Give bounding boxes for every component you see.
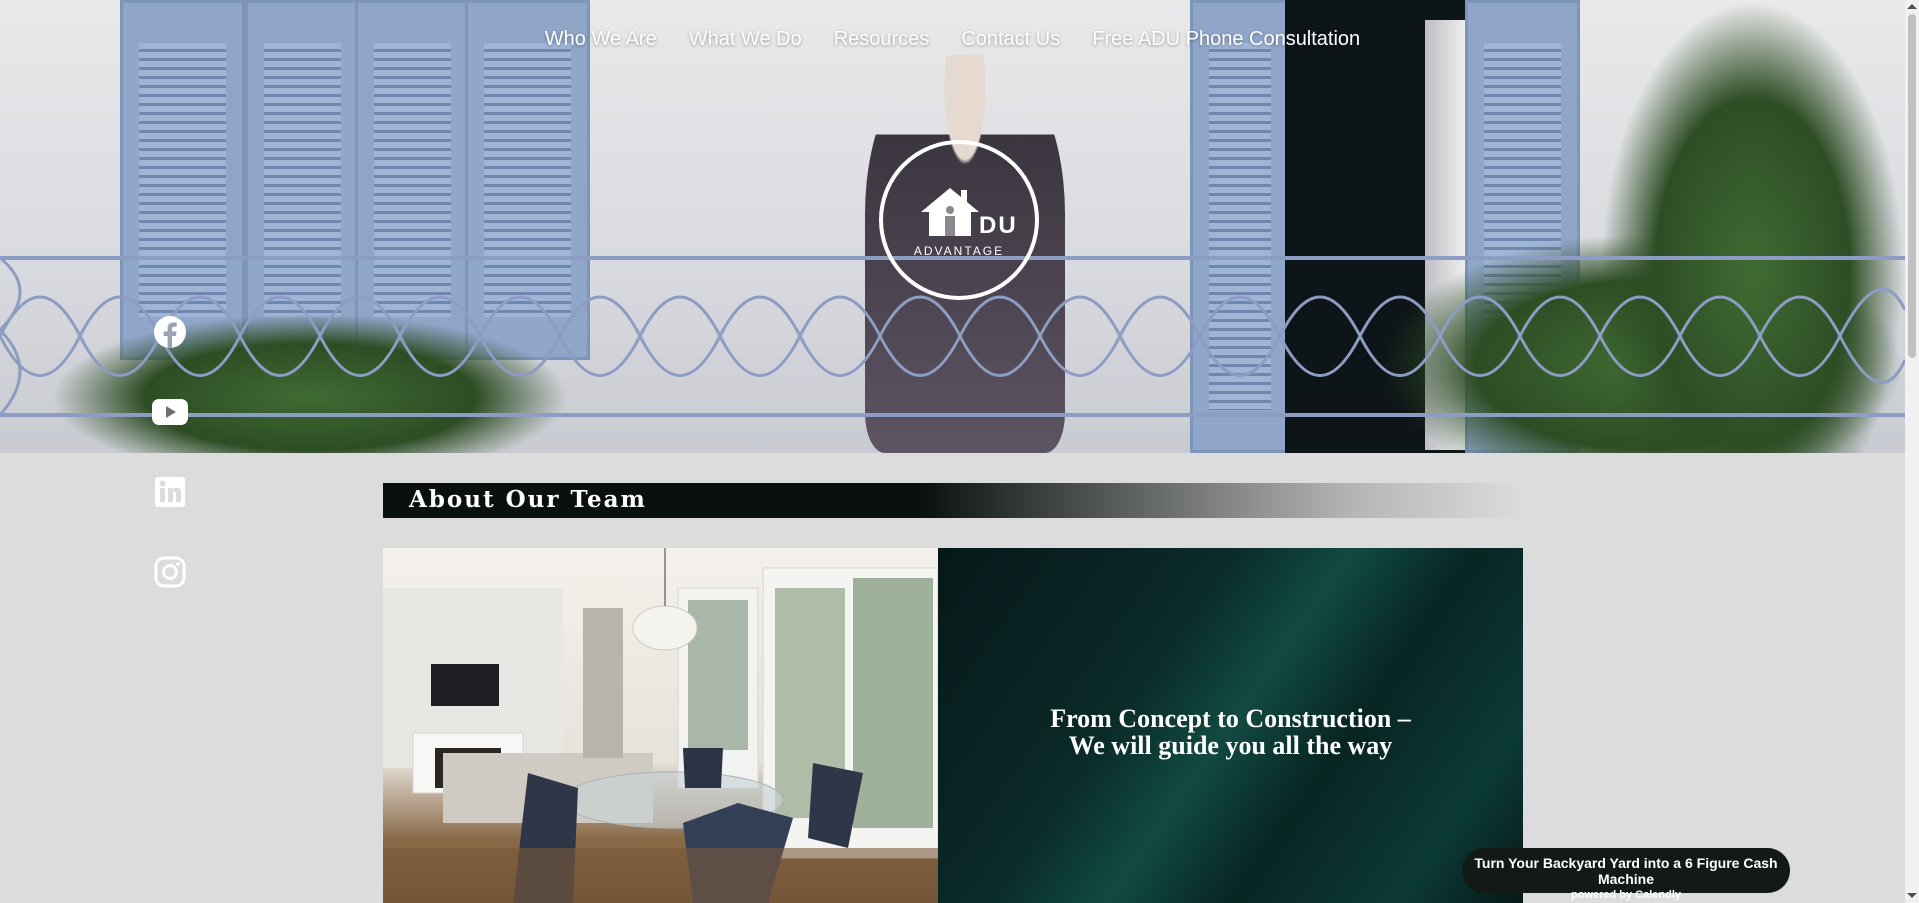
calendly-title: Turn Your Backyard Yard into a 6 Figure …: [1474, 855, 1778, 887]
facebook-link[interactable]: [150, 312, 190, 352]
dining-room-photo: [383, 548, 938, 903]
linkedin-link[interactable]: [150, 472, 190, 512]
panel-heading: From Concept to Construction – We will g…: [938, 705, 1523, 759]
main-nav: Who We Are What We Do Resources Contact …: [0, 28, 1905, 51]
section-title-bar: About Our Team: [383, 483, 1523, 518]
youtube-link[interactable]: [150, 392, 190, 432]
linkedin-icon: [155, 477, 185, 507]
adu-advantage-logo[interactable]: DU ADVANTAGE: [879, 140, 1039, 300]
panel-heading-line1: From Concept to Construction –: [1050, 704, 1411, 733]
scroll-down-arrow[interactable]: [1907, 893, 1917, 898]
page-scrollbar[interactable]: [1905, 0, 1919, 903]
logo-tagline: ADVANTAGE: [913, 244, 1005, 258]
nav-who-we-are[interactable]: Who We Are: [545, 28, 657, 51]
youtube-icon: [152, 399, 188, 425]
nav-free-adu-phone-consultation[interactable]: Free ADU Phone Consultation: [1092, 28, 1360, 51]
calendly-subtitle: powered by Calendly: [1570, 889, 1682, 901]
scrollbar-thumb[interactable]: [1908, 14, 1916, 358]
instagram-icon: [154, 556, 186, 588]
intro-panel: From Concept to Construction – We will g…: [938, 548, 1523, 903]
section-title: About Our Team: [409, 486, 647, 513]
calendly-badge[interactable]: Turn Your Backyard Yard into a 6 Figure …: [1462, 848, 1790, 901]
nav-what-we-do[interactable]: What We Do: [689, 28, 802, 51]
nav-resources[interactable]: Resources: [834, 28, 930, 51]
logo-letters: DU: [979, 212, 1018, 239]
panel-heading-line2: We will guide you all the way: [1068, 731, 1393, 760]
house-icon: [921, 188, 979, 236]
interior-illustration: [383, 548, 938, 903]
facebook-icon: [154, 316, 186, 348]
instagram-link[interactable]: [150, 552, 190, 592]
nav-contact-us[interactable]: Contact Us: [961, 28, 1060, 51]
scroll-up-arrow[interactable]: [1907, 4, 1917, 9]
hero-banner: Who We Are What We Do Resources Contact …: [0, 0, 1905, 453]
